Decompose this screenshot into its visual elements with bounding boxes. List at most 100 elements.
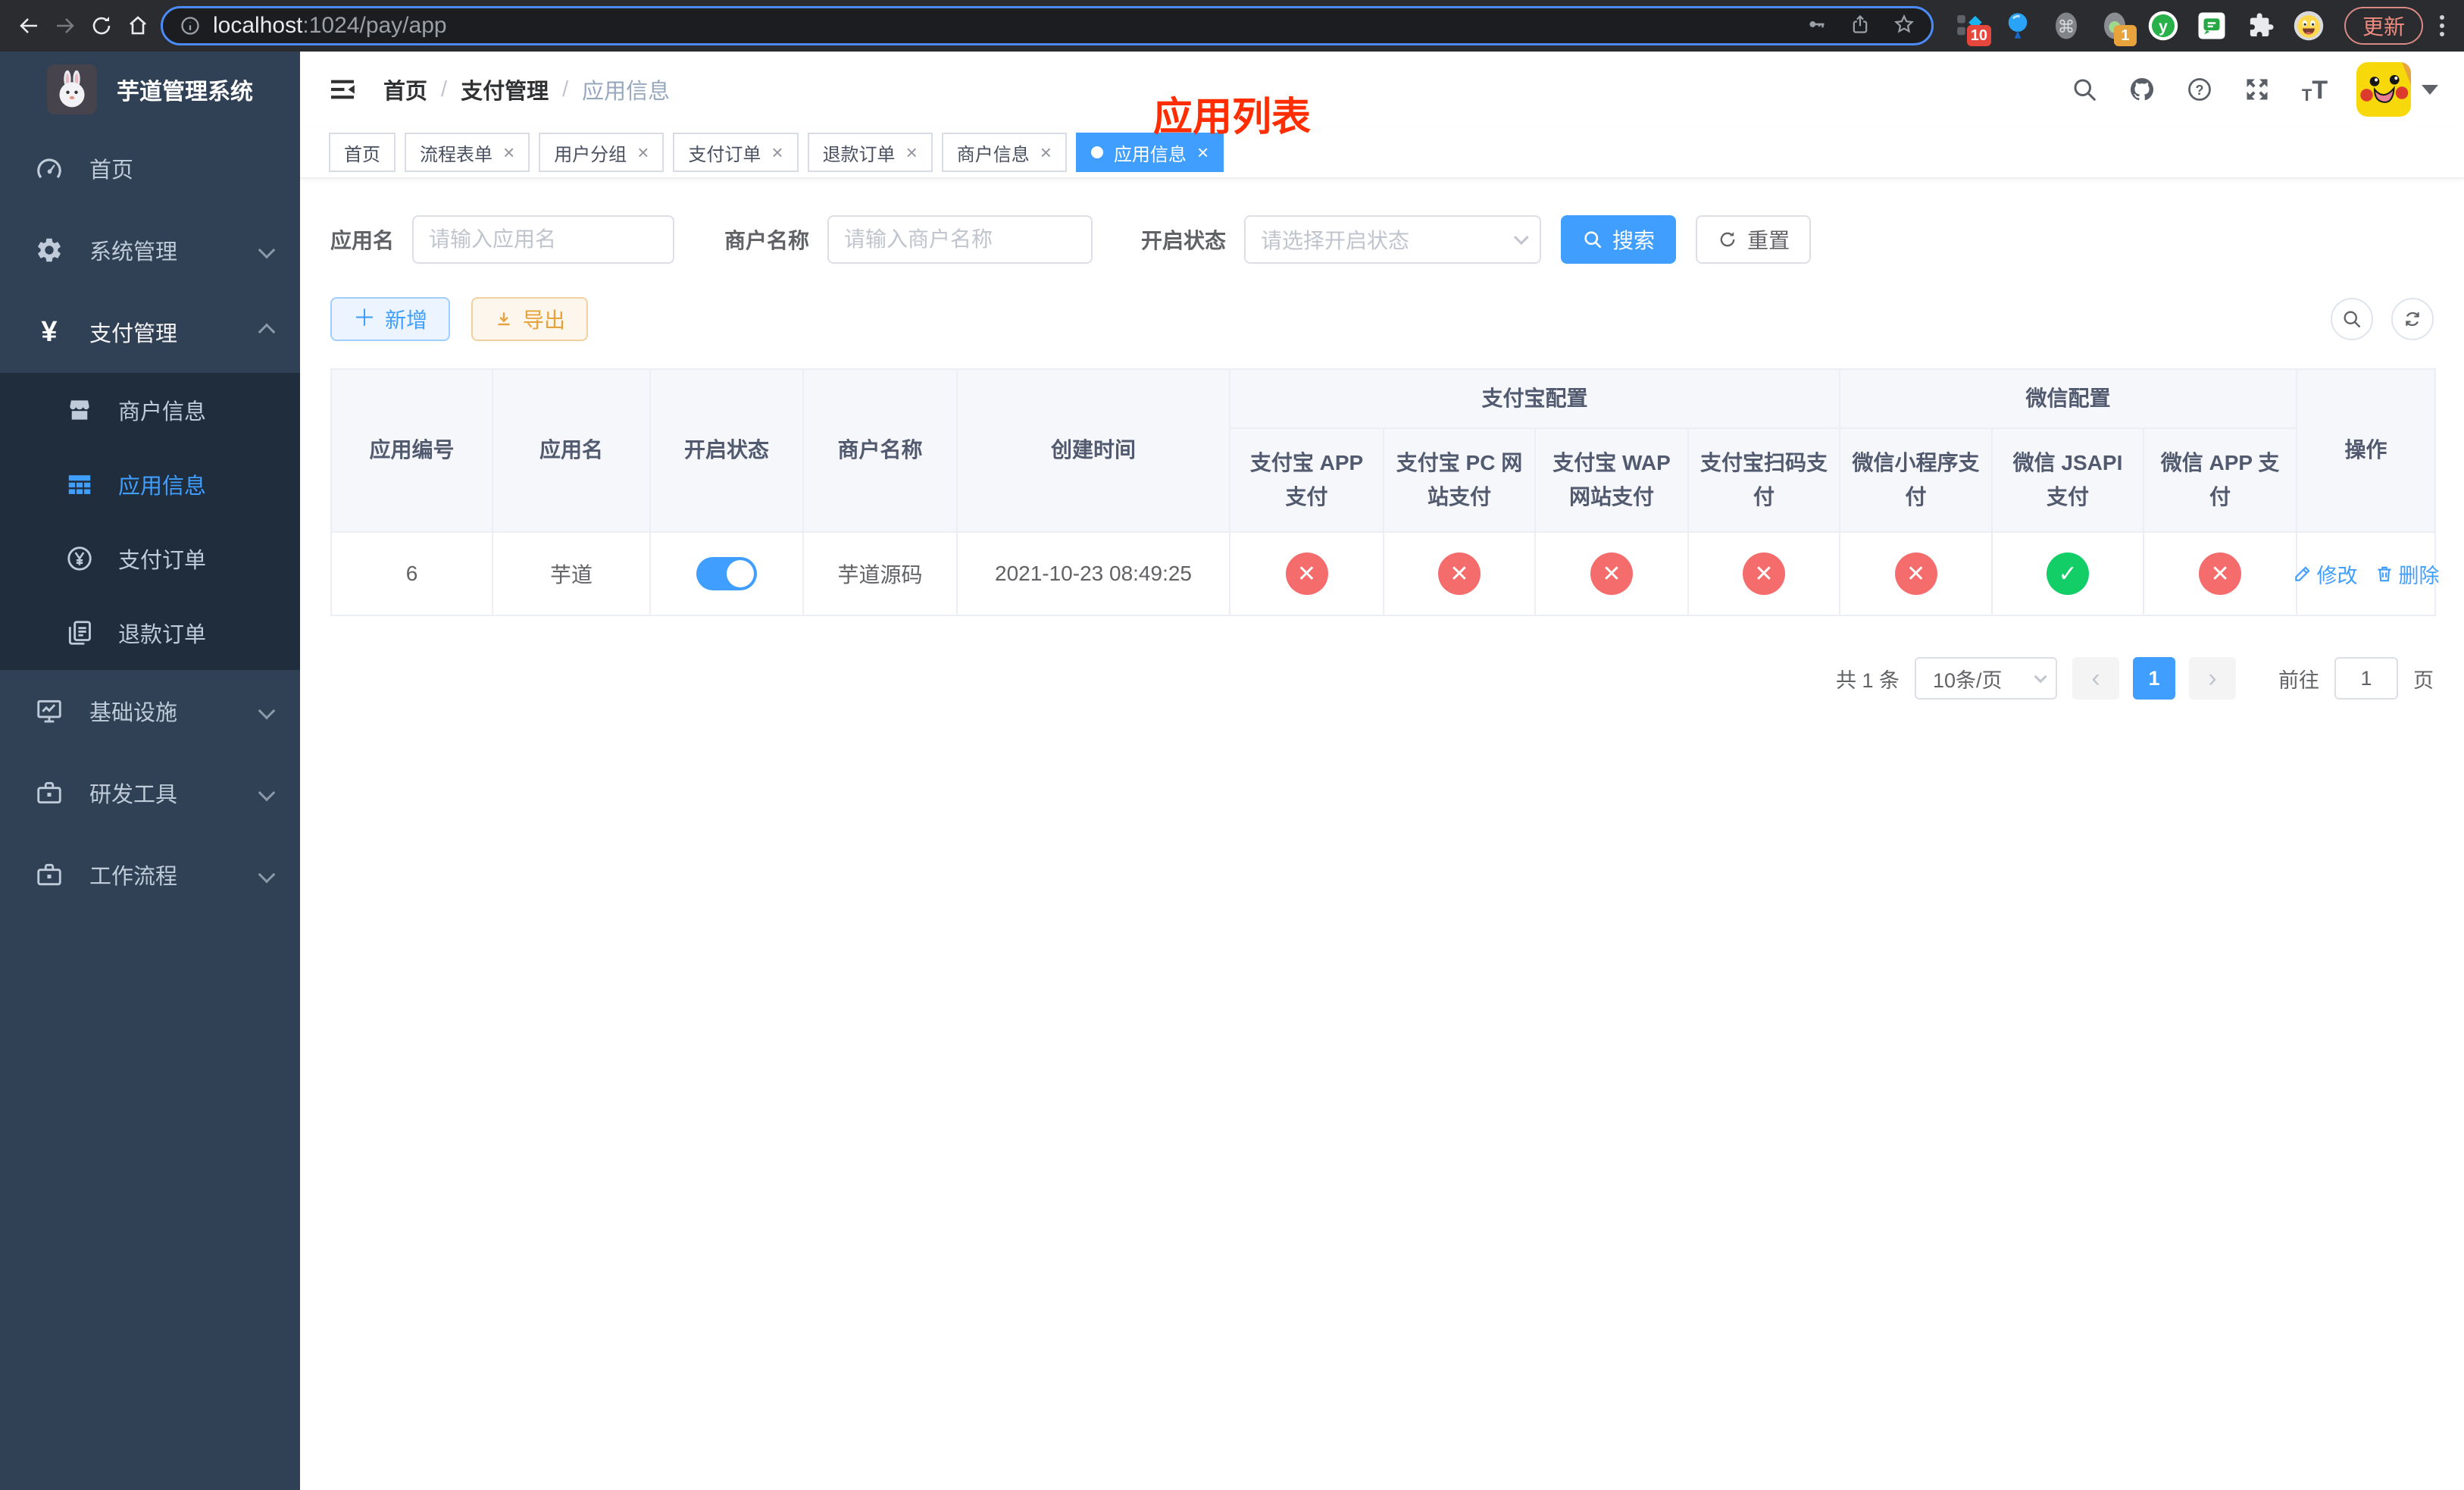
merchant-name-label: 商户名称 xyxy=(724,229,810,252)
document-icon xyxy=(64,617,95,649)
extension-y-icon[interactable]: y xyxy=(2146,8,2181,43)
close-icon[interactable]: × xyxy=(1040,142,1052,162)
github-icon[interactable] xyxy=(2126,74,2158,105)
tag-merchant-info[interactable]: 商户信息 × xyxy=(941,133,1067,172)
help-icon[interactable]: ? xyxy=(2184,74,2215,105)
refresh-table-button[interactable] xyxy=(2391,298,2434,340)
alipay-app-status-icon xyxy=(1285,552,1328,595)
close-icon[interactable]: × xyxy=(1197,142,1209,162)
extension-command-icon[interactable]: ⌘ xyxy=(2049,8,2084,43)
add-button[interactable]: ＋ 新增 xyxy=(330,297,451,341)
table-toolbar: ＋ 新增 导出 xyxy=(330,297,2434,341)
tag-pay-orders[interactable]: 支付订单 × xyxy=(673,133,799,172)
close-icon[interactable]: × xyxy=(906,142,918,162)
browser-update-button[interactable]: 更新 xyxy=(2344,7,2423,45)
export-button[interactable]: 导出 xyxy=(471,297,589,341)
grid-icon xyxy=(64,468,95,500)
breadcrumb-current: 应用信息 xyxy=(582,80,671,104)
open-status-toggle[interactable] xyxy=(696,557,757,590)
sidebar-collapse-icon[interactable] xyxy=(326,73,359,106)
header-search-icon[interactable] xyxy=(2068,74,2100,105)
app-name-input[interactable] xyxy=(412,215,675,264)
browser-menu-icon[interactable] xyxy=(2434,15,2450,36)
next-page-button[interactable]: › xyxy=(2189,657,2236,700)
sidebar-item-home[interactable]: 首页 xyxy=(0,127,300,209)
sidebar-item-refund-orders[interactable]: 退款订单 xyxy=(0,596,300,670)
col-wechat-app: 微信 APP 支付 xyxy=(2143,427,2298,533)
address-bar[interactable]: localhost:1024/pay/app xyxy=(161,6,1934,45)
pagination-total: 共 1 条 xyxy=(1835,668,1900,692)
chevron-down-icon xyxy=(258,241,276,259)
sidebar-item-infrastructure[interactable]: 基础设施 xyxy=(0,670,300,752)
tag-refund-orders[interactable]: 退款订单 × xyxy=(807,133,933,172)
bookmark-star-icon[interactable] xyxy=(1893,14,1915,39)
browser-back-icon[interactable] xyxy=(11,8,47,44)
sidebar-item-label: 支付管理 xyxy=(89,322,178,346)
app-logo[interactable]: 芋道管理系统 xyxy=(0,52,300,127)
search-button[interactable]: 搜索 xyxy=(1561,215,1677,264)
svg-text:⌘: ⌘ xyxy=(2058,17,2075,36)
page-size-select[interactable]: 10条/页 xyxy=(1915,657,2057,700)
payment-submenu: 商户信息 应用信息 支付订单 退款订单 xyxy=(0,373,300,670)
tag-user-group[interactable]: 用户分组 × xyxy=(539,133,664,172)
share-icon[interactable] xyxy=(1850,14,1871,39)
col-create-time: 创建时间 xyxy=(956,368,1230,533)
sidebar-item-dev-tools[interactable]: 研发工具 xyxy=(0,752,300,834)
breadcrumb-home[interactable]: 首页 xyxy=(383,74,427,105)
extension-camera-icon[interactable]: 1 xyxy=(2097,8,2137,46)
edit-button[interactable]: 修改 xyxy=(2293,559,2358,589)
font-size-icon[interactable]: TT xyxy=(2299,74,2331,105)
reset-button[interactable]: 重置 xyxy=(1696,215,1812,264)
extension-diamond-icon[interactable]: 10 xyxy=(1952,8,1991,46)
sidebar-item-workflow[interactable]: 工作流程 xyxy=(0,834,300,916)
goto-page-input[interactable] xyxy=(2334,657,2398,700)
browser-profile-avatar[interactable] xyxy=(2291,8,2326,43)
site-info-icon xyxy=(181,17,199,35)
merchant-name-input[interactable] xyxy=(827,215,1093,264)
toggle-search-button[interactable] xyxy=(2331,298,2373,340)
col-alipay-pc: 支付宝 PC 网站支付 xyxy=(1383,427,1536,533)
sidebar-item-system[interactable]: 系统管理 xyxy=(0,209,300,291)
tag-home[interactable]: 首页 xyxy=(329,133,396,172)
browser-reload-icon[interactable] xyxy=(83,8,120,44)
tags-view-bar: 首页 流程表单 × 用户分组 × 支付订单 × 退款订单 × 商户信息 × 应用信息 × xyxy=(300,127,2464,179)
delete-button[interactable]: 删除 xyxy=(2375,559,2440,589)
extensions-puzzle-icon[interactable] xyxy=(2243,8,2278,43)
browser-home-icon[interactable] xyxy=(120,8,156,44)
user-menu[interactable] xyxy=(2356,62,2438,117)
page-number-1[interactable]: 1 xyxy=(2133,657,2175,700)
svg-text:?: ? xyxy=(2196,83,2204,98)
chevron-up-icon xyxy=(258,323,276,341)
cell-app-name: 芋道 xyxy=(492,531,651,616)
password-key-icon[interactable] xyxy=(1806,14,1827,39)
fullscreen-icon[interactable] xyxy=(2241,74,2273,105)
cell-create-time: 2021-10-23 08:49:25 xyxy=(956,531,1230,616)
sidebar-item-payment[interactable]: ¥ 支付管理 xyxy=(0,291,300,373)
extension-chat-icon[interactable] xyxy=(2194,8,2229,43)
svg-text:y: y xyxy=(2159,18,2168,36)
wechat-jsapi-status-icon xyxy=(2047,552,2090,595)
tag-app-info[interactable]: 应用信息 × xyxy=(1075,133,1224,172)
sidebar-item-merchant-info[interactable]: 商户信息 xyxy=(0,373,300,447)
col-group-wechat: 微信配置 xyxy=(1839,368,2298,429)
col-alipay-wap: 支付宝 WAP 网站支付 xyxy=(1534,427,1689,533)
col-alipay-app: 支付宝 APP 支付 xyxy=(1229,427,1384,533)
refresh-icon xyxy=(1720,232,1735,247)
close-icon[interactable]: × xyxy=(637,142,649,162)
prev-page-button[interactable]: ‹ xyxy=(2072,657,2119,700)
chevron-down-icon xyxy=(2034,670,2047,684)
sidebar-item-label: 支付订单 xyxy=(118,549,207,573)
briefcase-icon xyxy=(33,859,65,891)
col-wechat-jsapi: 微信 JSAPI 支付 xyxy=(1991,427,2145,533)
sidebar-item-pay-orders[interactable]: 支付订单 xyxy=(0,521,300,596)
browser-forward-icon[interactable] xyxy=(47,8,83,44)
extension-balloon-icon[interactable] xyxy=(2000,8,2035,43)
browser-toolbar: localhost:1024/pay/app 10 ⌘ 1 y 更新 xyxy=(0,0,2464,52)
alipay-pc-status-icon xyxy=(1438,552,1481,595)
close-icon[interactable]: × xyxy=(503,142,514,162)
sidebar-item-app-info[interactable]: 应用信息 xyxy=(0,447,300,521)
tag-process-form[interactable]: 流程表单 × xyxy=(405,133,530,172)
open-status-select[interactable]: 请选择开启状态 xyxy=(1244,215,1542,264)
close-icon[interactable]: × xyxy=(771,142,783,162)
page-content: 应用名 商户名称 开启状态 请选择开启状态 搜索 重置 xyxy=(300,215,2464,700)
